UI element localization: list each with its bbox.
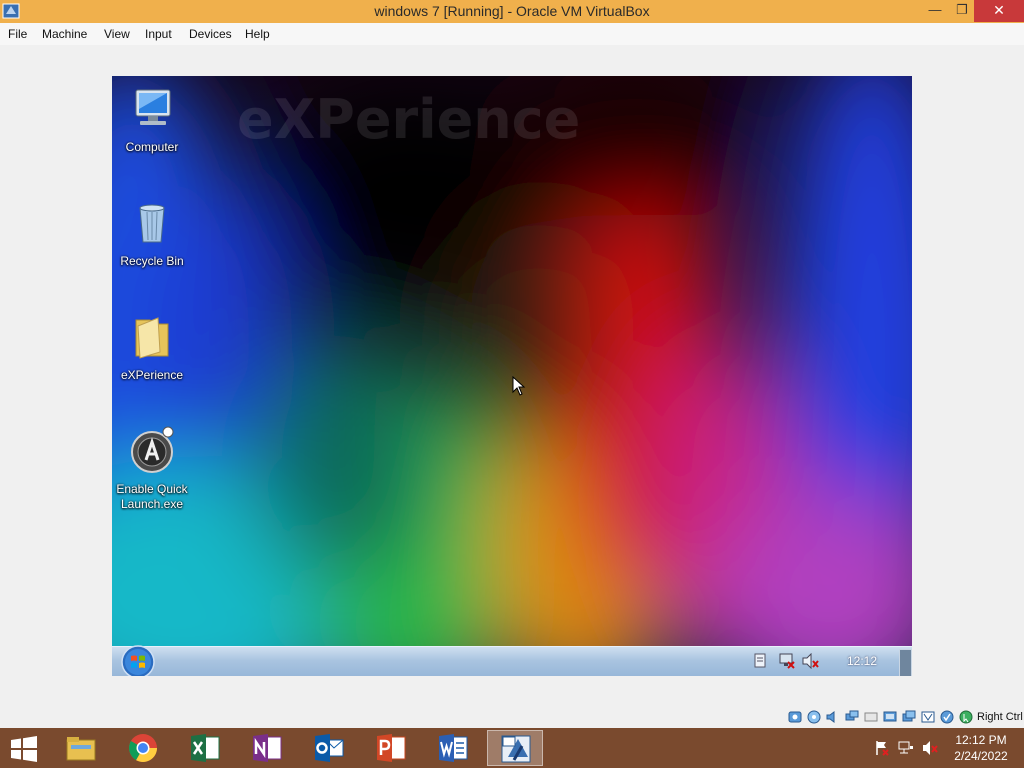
shared-folders-icon[interactable] — [883, 710, 897, 724]
video-capture-icon[interactable] — [921, 710, 935, 724]
taskbar-word[interactable] — [425, 730, 481, 766]
usb-icon[interactable] — [864, 710, 878, 724]
desktop-icon-label: Enable Quick Launch.exe — [112, 482, 202, 512]
menu-devices[interactable]: Devices — [189, 27, 232, 41]
desktop-icon-label: eXPerience — [120, 368, 184, 382]
host-taskbar: 12:12 PM 2/24/2022 — [0, 728, 1024, 768]
taskbar-file-explorer[interactable] — [53, 730, 109, 766]
desktop-icon-label-line1: Enable Quick — [116, 482, 188, 496]
folder-icon — [135, 317, 169, 359]
action-center-flag-icon[interactable] — [874, 740, 890, 756]
network-adapter-icon[interactable] — [845, 710, 859, 724]
hard-disk-icon[interactable] — [788, 710, 802, 724]
desktop-icon-experience-folder[interactable]: eXPerience — [112, 312, 202, 383]
taskbar-virtualbox[interactable] — [487, 730, 543, 766]
guest-clock[interactable]: 12:12 — [832, 654, 892, 668]
restore-button[interactable]: ❐ — [950, 0, 974, 22]
close-button[interactable]: ✕ — [974, 0, 1024, 22]
virtualbox-icon — [501, 735, 531, 763]
host-date: 2/24/2022 — [954, 749, 1008, 763]
file-explorer-icon — [66, 737, 96, 761]
network-icon[interactable] — [898, 740, 914, 756]
mouse-cursor-icon — [512, 376, 526, 396]
speaker-muted-icon[interactable] — [922, 740, 938, 756]
action-center-icon[interactable] — [752, 653, 768, 669]
windows-start-icon[interactable] — [10, 736, 38, 762]
quick-launch-icon — [131, 426, 174, 473]
desktop-icon-label-line2: Launch.exe — [120, 497, 184, 511]
virtualization-icon[interactable] — [940, 710, 954, 724]
mouse-integration-icon[interactable] — [959, 710, 973, 724]
computer-icon — [135, 89, 171, 125]
wallpaper-watermark: eXPerience — [237, 88, 581, 151]
desktop-icon-recycle-bin[interactable]: Recycle Bin — [112, 198, 202, 269]
window-title: windows 7 [Running] - Oracle VM VirtualB… — [374, 3, 650, 19]
desktop-icon-enable-quick-launch[interactable]: Enable Quick Launch.exe — [112, 426, 202, 512]
volume-muted-icon[interactable] — [802, 653, 820, 669]
menu-view[interactable]: View — [104, 27, 130, 41]
guest-screen[interactable]: eXPerience Computer Recycle Bin eXPerien… — [112, 76, 912, 676]
menu-file[interactable]: File — [8, 27, 27, 41]
excel-icon — [191, 734, 220, 762]
outlook-icon — [315, 734, 344, 762]
taskbar-onenote[interactable] — [239, 730, 295, 766]
optical-drive-icon[interactable] — [807, 710, 821, 724]
windows-start-orb-icon[interactable] — [120, 644, 156, 676]
taskbar-excel[interactable] — [177, 730, 233, 766]
show-desktop-button[interactable] — [899, 649, 912, 676]
desktop-icon-label: Computer — [125, 140, 179, 154]
chrome-icon — [129, 734, 157, 762]
desktop-wallpaper — [112, 76, 912, 646]
network-disconnected-icon[interactable] — [778, 653, 796, 669]
minimize-button[interactable]: — — [920, 0, 950, 22]
taskbar-powerpoint[interactable] — [363, 730, 419, 766]
display-icon[interactable] — [902, 710, 916, 724]
menu-help[interactable]: Help — [245, 27, 270, 41]
host-time: 12:12 PM — [955, 733, 1007, 747]
taskbar-chrome[interactable] — [115, 730, 171, 766]
word-icon — [439, 734, 468, 762]
host-key-label: Right Ctrl — [977, 711, 1023, 723]
recycle-bin-icon — [139, 204, 165, 243]
host-clock[interactable]: 12:12 PM 2/24/2022 — [945, 732, 1017, 764]
desktop-icon-computer[interactable]: Computer — [112, 84, 202, 155]
menu-input[interactable]: Input — [145, 27, 172, 41]
menu-machine[interactable]: Machine — [42, 27, 87, 41]
menu-bar: File Machine View Input Devices Help — [0, 23, 1024, 45]
desktop-icon-label: Recycle Bin — [120, 254, 184, 268]
window-title-bar[interactable]: windows 7 [Running] - Oracle VM VirtualB… — [0, 0, 1024, 23]
guest-taskbar: 12:12 — [112, 644, 912, 676]
taskbar-outlook[interactable] — [301, 730, 357, 766]
audio-icon[interactable] — [826, 710, 840, 724]
onenote-icon — [253, 734, 282, 762]
powerpoint-icon — [377, 734, 406, 762]
